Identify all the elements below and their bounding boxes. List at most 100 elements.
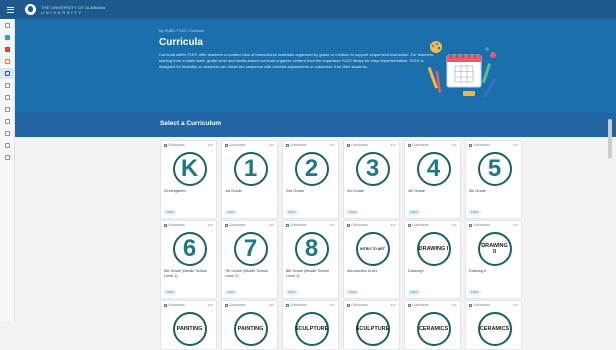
hero-banner: My HUB2 / FLEX / Curricula Curricula Cur… — [15, 19, 616, 113]
curriculum-card[interactable]: Curriculum ••• 3 3rd Grade FLEX — [343, 140, 400, 219]
more-options-icon[interactable]: ••• — [513, 303, 518, 307]
card-title[interactable]: Drawing II — [466, 269, 521, 280]
curriculum-badge: INTRO TO ART — [355, 232, 390, 266]
more-options-icon[interactable]: ••• — [269, 143, 274, 147]
curriculum-badge: K — [172, 152, 207, 186]
card-header: Curriculum ••• — [466, 221, 521, 229]
card-kind-label: Curriculum — [290, 143, 307, 147]
card-kind: Curriculum — [286, 143, 306, 147]
card-title[interactable]: Drawing I — [405, 269, 460, 280]
badge-number: 4 — [426, 155, 441, 182]
curriculum-card[interactable]: Curriculum ••• SCULPTURE — [343, 300, 400, 350]
more-options-icon[interactable]: ••• — [269, 223, 274, 227]
curriculum-card[interactable]: Curriculum ••• 5 5th Grade FLEX — [465, 140, 522, 219]
curriculum-card[interactable]: Curriculum ••• 4 4th Grade FLEX — [404, 140, 461, 219]
university-logo[interactable] — [25, 4, 36, 15]
brand-text: THE UNIVERSITY OF ALABAMA UNIVERSITY — [41, 5, 106, 15]
card-title[interactable]: 4th Grade — [405, 189, 460, 200]
document-icon[interactable] — [0, 80, 15, 91]
card-kind: Curriculum — [164, 143, 184, 147]
curriculum-card[interactable]: Curriculum ••• DRAWING II Drawing II FLEX — [465, 220, 522, 299]
badge-number: K — [180, 155, 199, 182]
card-thumbnail: 8 — [283, 229, 340, 269]
card-thumbnail: 4 — [405, 149, 462, 189]
card-kind: Curriculum — [286, 223, 306, 227]
curriculum-card[interactable]: Curriculum ••• 1 1st Grade FLEX — [221, 140, 278, 219]
curriculum-card[interactable]: Curriculum ••• DRAWING I Drawing I FLEX — [404, 220, 461, 299]
more-options-icon[interactable]: ••• — [513, 143, 518, 147]
card-title[interactable]: 1st Grade — [222, 189, 277, 200]
scrollbar-thumb[interactable] — [608, 119, 612, 159]
curriculum-card[interactable]: Curriculum ••• INTRO TO ART Introduction to… — [343, 220, 400, 299]
more-options-icon[interactable]: ••• — [452, 143, 457, 147]
curriculum-card[interactable]: Curriculum ••• SCULPTURE — [282, 300, 339, 350]
more-options-icon[interactable]: ••• — [269, 303, 274, 307]
card-title[interactable]: 6th Grade (Middle School Level 1) — [161, 269, 216, 280]
card-kind-label: Curriculum — [473, 143, 490, 147]
curriculum-badge: CERAMICS — [416, 312, 451, 346]
curriculum-card[interactable]: Curriculum ••• PAINTING — [160, 300, 217, 350]
curriculum-card[interactable]: Curriculum ••• 7 7th Grade (Middle School L… — [221, 220, 278, 299]
card-title[interactable]: 8th Grade (Middle School Level 3) — [283, 269, 338, 280]
card-title[interactable]: 5th Grade — [466, 189, 521, 200]
card-title[interactable]: Kindergarten — [161, 189, 216, 200]
more-options-icon[interactable]: ••• — [330, 303, 335, 307]
card-header: Curriculum ••• — [222, 301, 277, 309]
card-header: Curriculum ••• — [344, 301, 399, 309]
calendar-icon[interactable] — [0, 104, 15, 115]
card-title[interactable]: 2nd Grade — [283, 189, 338, 200]
more-options-icon[interactable]: ••• — [208, 223, 213, 227]
image-icon[interactable] — [0, 152, 15, 163]
curriculum-card[interactable]: Curriculum ••• 6 6th Grade (Middle School L… — [160, 220, 217, 299]
curriculum-card[interactable]: Curriculum ••• CERAMICS — [465, 300, 522, 350]
curriculum-card[interactable]: Curriculum ••• CERAMICS — [404, 300, 461, 350]
curriculum-card[interactable]: Curriculum ••• K Kindergarten FLEX — [160, 140, 217, 219]
hamburger-menu-icon[interactable] — [4, 0, 16, 19]
more-options-icon[interactable]: ••• — [452, 303, 457, 307]
more-options-icon[interactable]: ••• — [391, 223, 396, 227]
card-thumbnail: PAINTING — [222, 309, 279, 349]
badge-word: INTRO TO ART — [360, 247, 385, 251]
video-icon[interactable] — [0, 116, 15, 127]
settings-icon[interactable] — [0, 140, 15, 151]
more-options-icon[interactable]: ••• — [452, 223, 457, 227]
home-icon[interactable] — [0, 20, 15, 31]
curriculum-card[interactable]: Curriculum ••• PAINTING — [221, 300, 278, 350]
curriculum-card[interactable]: Curriculum ••• 2 2nd Grade FLEX — [282, 140, 339, 219]
note-icon[interactable] — [0, 128, 15, 139]
chat-icon[interactable] — [0, 32, 15, 43]
badge-word: PAINTING — [176, 326, 203, 332]
more-options-icon[interactable]: ••• — [330, 223, 335, 227]
card-title[interactable]: 7th Grade (Middle School Level 2) — [222, 269, 277, 280]
card-kind-label: Curriculum — [168, 223, 185, 227]
card-kind-label: Curriculum — [290, 223, 307, 227]
card-tag: FLEX — [225, 289, 237, 295]
list-icon[interactable] — [0, 92, 15, 103]
more-options-icon[interactable]: ••• — [208, 143, 213, 147]
breadcrumb[interactable]: My HUB2 / FLEX / Curricula — [159, 29, 204, 33]
curriculum-card[interactable]: Curriculum ••• 8 8th Grade (Middle School L… — [282, 220, 339, 299]
curriculum-icon — [408, 303, 411, 307]
card-kind: Curriculum — [225, 223, 245, 227]
curriculum-icon — [408, 223, 411, 227]
more-options-icon[interactable]: ••• — [208, 303, 213, 307]
more-options-icon[interactable]: ••• — [330, 143, 335, 147]
card-thumbnail: CERAMICS — [466, 309, 523, 349]
more-options-icon[interactable]: ••• — [391, 143, 396, 147]
card-title[interactable]: 3rd Grade — [344, 189, 399, 200]
scrollbar[interactable] — [608, 113, 612, 322]
curricula-icon[interactable] — [0, 68, 15, 79]
card-title[interactable]: Introduction to Art — [344, 269, 399, 280]
more-options-icon[interactable]: ••• — [391, 303, 396, 307]
badge-word: DRAWING II — [481, 243, 508, 255]
more-options-icon[interactable]: ••• — [513, 223, 518, 227]
card-header: Curriculum ••• — [466, 141, 521, 149]
card-kind: Curriculum — [408, 143, 428, 147]
shapes-icon[interactable] — [0, 56, 15, 67]
badge-number: 3 — [365, 155, 380, 182]
card-thumbnail: 5 — [466, 149, 523, 189]
card-tag: FLEX — [225, 209, 237, 215]
card-thumbnail: INTRO TO ART — [344, 229, 401, 269]
book-icon[interactable] — [0, 44, 15, 55]
card-kind: Curriculum — [408, 303, 428, 307]
